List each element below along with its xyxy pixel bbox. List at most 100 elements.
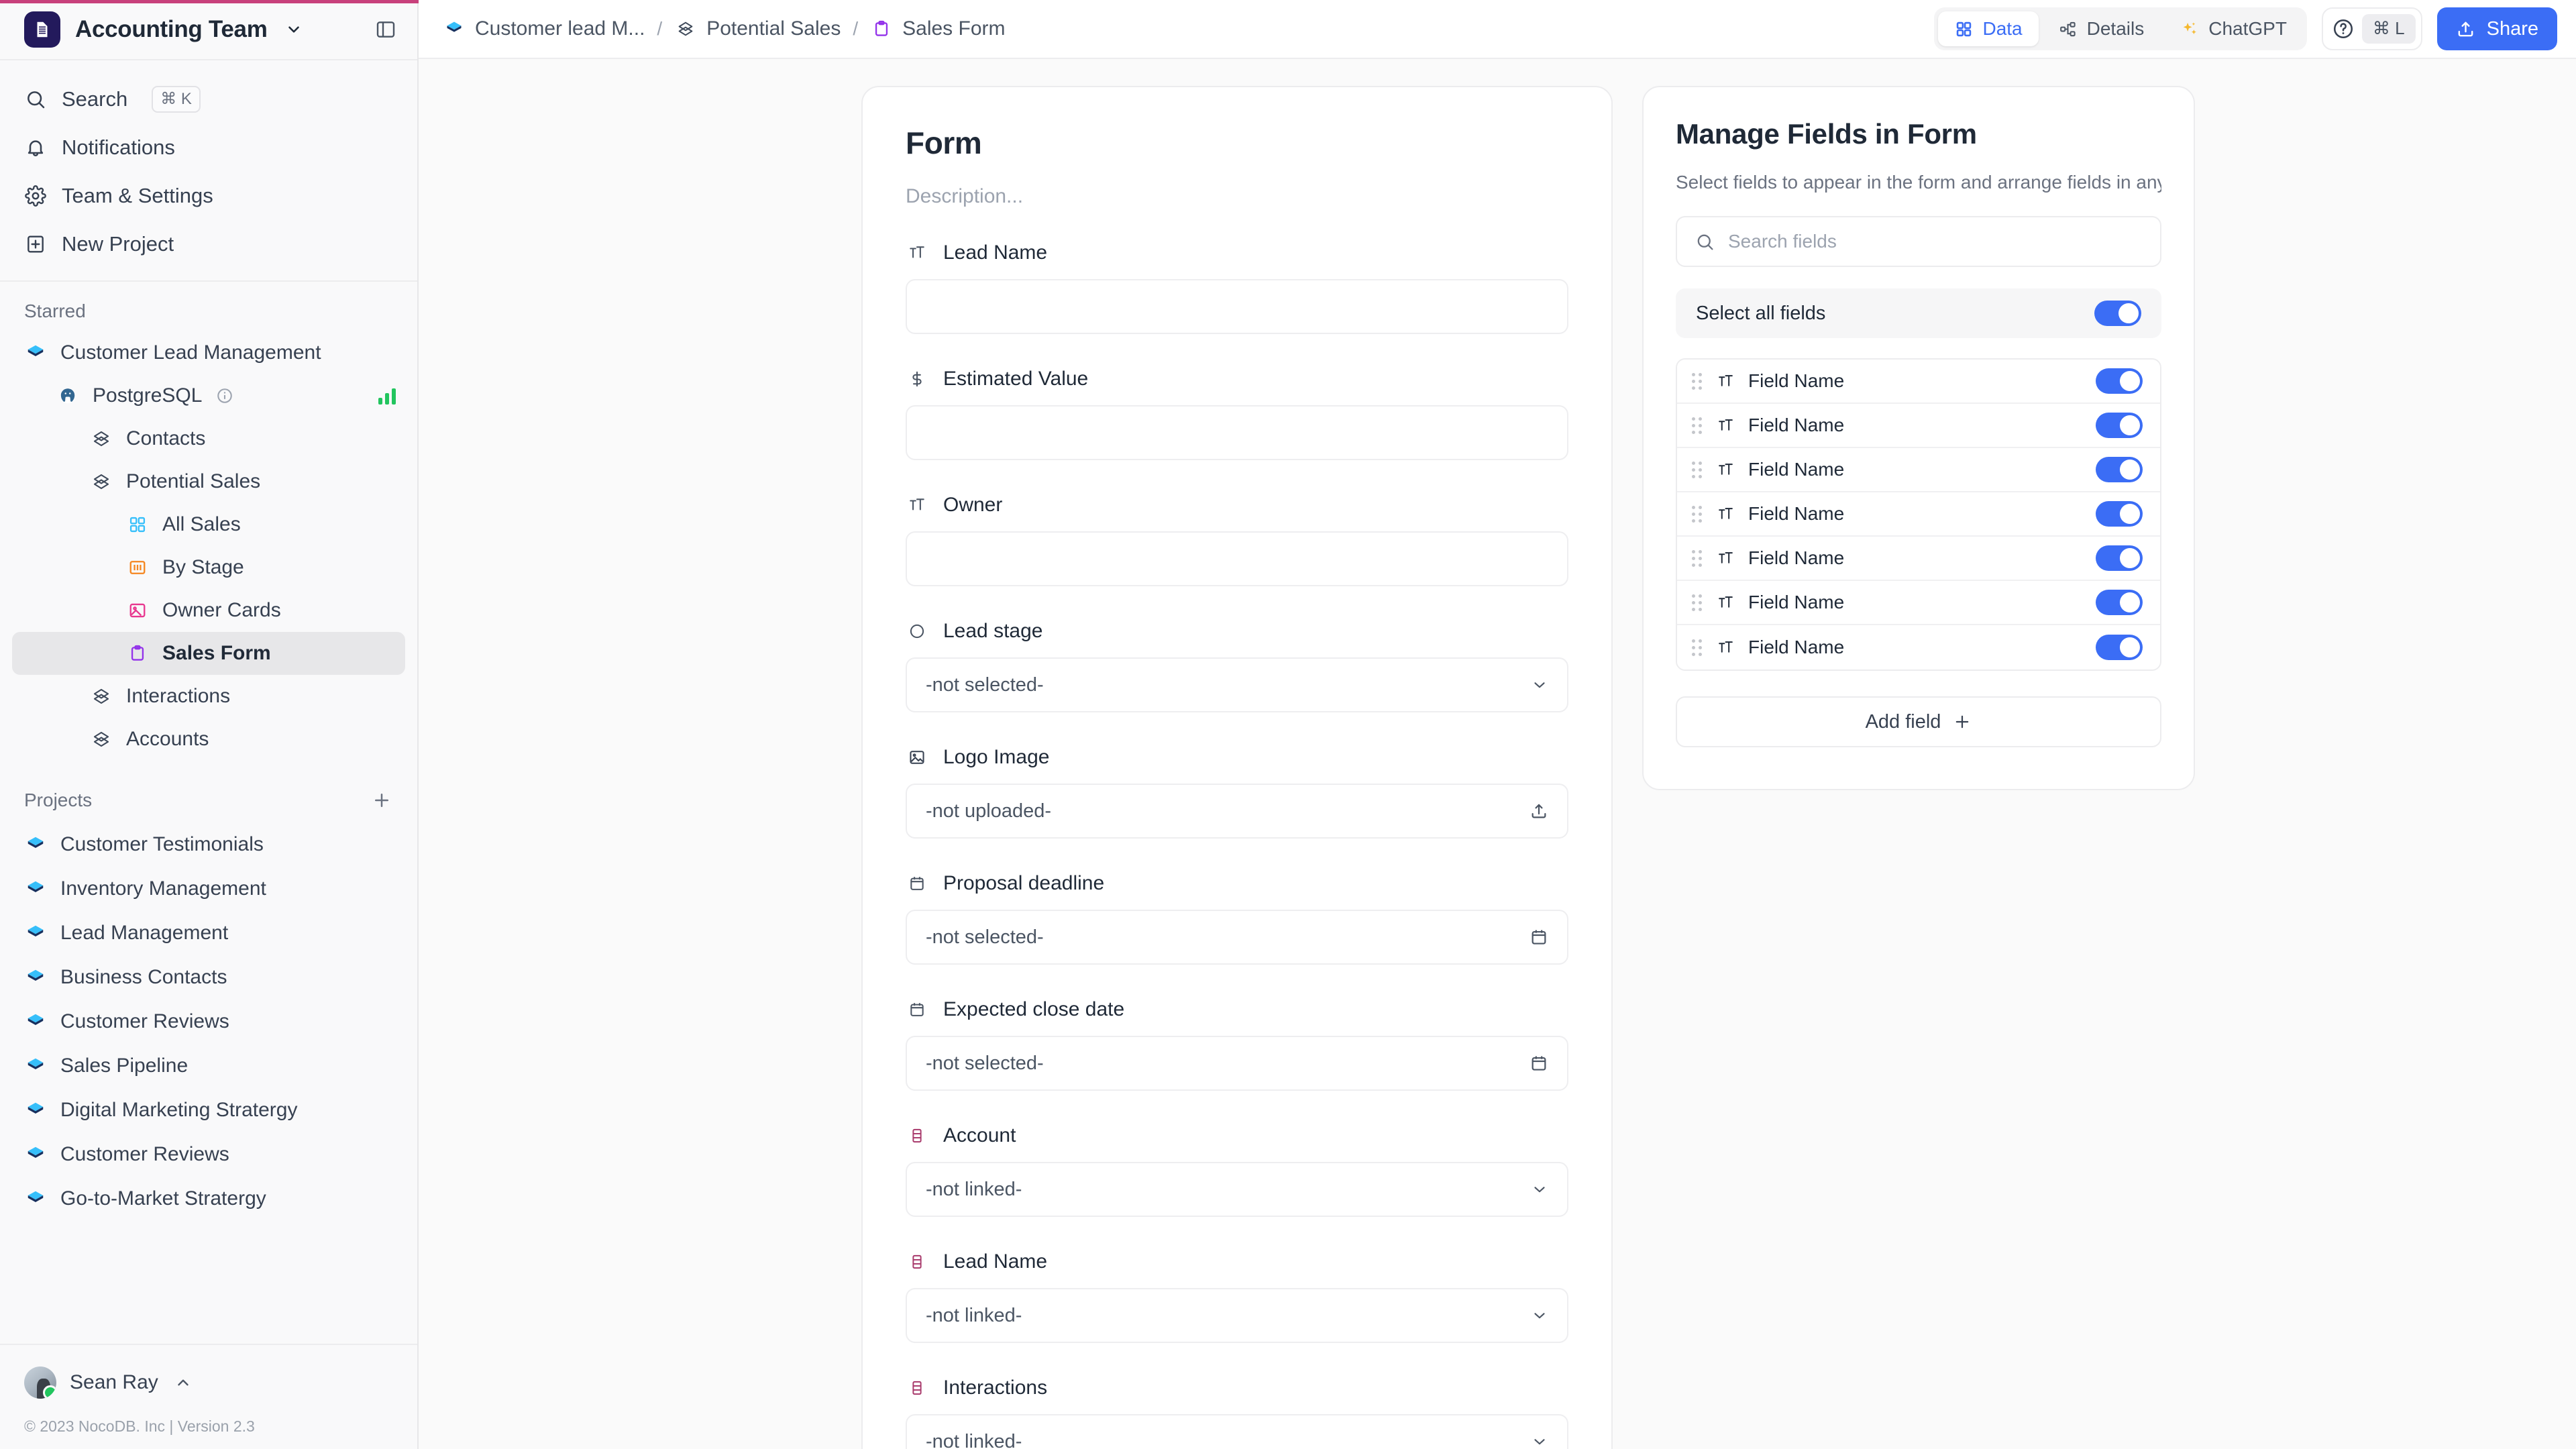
sidebar-item-owner-cards[interactable]: Owner Cards <box>12 589 405 632</box>
drag-handle-icon[interactable] <box>1692 591 1703 614</box>
share-button[interactable]: Share <box>2437 7 2557 50</box>
project-label: Customer Testimonials <box>60 833 264 856</box>
upload-input[interactable]: -not uploaded- <box>906 784 1568 839</box>
list-item[interactable]: Customer Reviews <box>12 1132 405 1177</box>
breadcrumb-item-table[interactable]: Potential Sales <box>674 17 841 40</box>
sidebar-item-accounts[interactable]: Accounts <box>12 718 405 761</box>
field-toggle[interactable] <box>2096 545 2143 571</box>
sidebar-nav: Search ⌘ K Notifications Team & Settings <box>0 60 417 282</box>
base-cube-icon <box>24 922 47 945</box>
select-all-fields-row[interactable]: Select all fields <box>1676 288 2161 338</box>
list-item[interactable]: Lead Management <box>12 911 405 955</box>
field-toggle[interactable] <box>2096 368 2143 394</box>
drag-handle-icon[interactable] <box>1692 547 1703 570</box>
link-input[interactable]: -not linked- <box>906 1414 1568 1449</box>
field-toggle[interactable] <box>2096 590 2143 615</box>
tree-item-label: Customer Lead Management <box>60 341 321 364</box>
sidebar-item-search[interactable]: Search ⌘ K <box>0 75 417 123</box>
sparkle-icon <box>2180 19 2199 38</box>
search-fields-input[interactable]: Search fields <box>1676 216 2161 267</box>
project-label: Digital Marketing Stratergy <box>60 1099 297 1122</box>
single-select-icon <box>906 620 928 643</box>
sidebar-item-customer-lead-management[interactable]: Customer Lead Management <box>12 331 405 374</box>
chevron-down-icon[interactable] <box>1531 1307 1548 1324</box>
workspace-name[interactable]: Accounting Team <box>75 16 268 43</box>
text-field-icon <box>1716 372 1735 390</box>
sidebar-item-sales-form[interactable]: Sales Form <box>12 632 405 675</box>
list-item[interactable]: Inventory Management <box>12 867 405 911</box>
breadcrumb-item-base[interactable]: Customer lead M... <box>443 17 645 40</box>
chevron-up-icon[interactable] <box>172 1371 195 1394</box>
input-value: -not linked- <box>926 1431 1022 1449</box>
field-row[interactable]: Field Name <box>1677 448 2160 492</box>
sidebar-item-potential-sales[interactable]: Potential Sales <box>12 460 405 503</box>
chevron-down-icon[interactable] <box>1531 1181 1548 1198</box>
drag-handle-icon[interactable] <box>1692 414 1703 437</box>
sidebar-item-by-stage[interactable]: By Stage <box>12 546 405 589</box>
link-input[interactable]: -not linked- <box>906 1288 1568 1343</box>
field-row[interactable]: Field Name <box>1677 625 2160 669</box>
field-row[interactable]: Field Name <box>1677 581 2160 625</box>
list-item[interactable]: Go-to-Market Stratergy <box>12 1177 405 1221</box>
calendar-icon[interactable] <box>1529 928 1548 947</box>
list-item[interactable]: Customer Testimonials <box>12 822 405 867</box>
tab-details[interactable]: Details <box>2043 11 2161 46</box>
list-item[interactable]: Customer Reviews <box>12 1000 405 1044</box>
sidebar-item-interactions[interactable]: Interactions <box>12 675 405 718</box>
date-input[interactable]: -not selected- <box>906 1036 1568 1091</box>
form-description-placeholder[interactable]: Description... <box>906 185 1568 208</box>
link-input[interactable]: -not linked- <box>906 1162 1568 1217</box>
details-icon <box>2059 19 2078 38</box>
drag-handle-icon[interactable] <box>1692 370 1703 392</box>
sidebar-item-contacts[interactable]: Contacts <box>12 417 405 460</box>
field-toggle[interactable] <box>2096 635 2143 660</box>
drag-handle-icon[interactable] <box>1692 636 1703 659</box>
text-input[interactable] <box>906 405 1568 460</box>
list-item[interactable]: Sales Pipeline <box>12 1044 405 1088</box>
field-toggle[interactable] <box>2096 501 2143 527</box>
sidebar-item-postgresql[interactable]: PostgreSQL <box>12 374 405 417</box>
select-all-toggle[interactable] <box>2094 301 2141 326</box>
breadcrumb-item-view[interactable]: Sales Form <box>870 17 1005 40</box>
form-view-icon <box>126 642 149 665</box>
text-input[interactable] <box>906 531 1568 586</box>
chevron-down-icon[interactable] <box>1531 1433 1548 1449</box>
chevron-down-icon[interactable] <box>285 21 303 38</box>
drag-handle-icon[interactable] <box>1692 458 1703 481</box>
field-row[interactable]: Field Name <box>1677 492 2160 537</box>
info-icon[interactable] <box>215 386 234 405</box>
sidebar-toggle-icon[interactable] <box>373 17 398 42</box>
chevron-down-icon[interactable] <box>1531 676 1548 694</box>
list-item[interactable]: Digital Marketing Stratergy <box>12 1088 405 1132</box>
field-row[interactable]: Field Name <box>1677 537 2160 581</box>
field-toggle[interactable] <box>2096 413 2143 438</box>
drag-handle-icon[interactable] <box>1692 502 1703 525</box>
help-shortcut[interactable]: ⌘ L <box>2362 14 2416 43</box>
project-label: Sales Pipeline <box>60 1055 188 1077</box>
search-placeholder: Search fields <box>1728 231 1837 252</box>
sidebar-item-new-project[interactable]: New Project <box>0 220 417 268</box>
tab-chatgpt[interactable]: ChatGPT <box>2164 11 2303 46</box>
field-row[interactable]: Field Name <box>1677 360 2160 404</box>
question-circle-icon[interactable] <box>2328 14 2358 44</box>
select-input[interactable]: -not selected- <box>906 657 1568 712</box>
page-title[interactable]: Form <box>906 125 1568 161</box>
plus-icon[interactable] <box>370 789 393 812</box>
tab-data[interactable]: Data <box>1938 11 2038 46</box>
list-item[interactable]: Business Contacts <box>12 955 405 1000</box>
sidebar-item-team-settings[interactable]: Team & Settings <box>0 172 417 220</box>
upload-icon[interactable] <box>1529 802 1548 820</box>
field-row[interactable]: Field Name <box>1677 404 2160 448</box>
user-menu[interactable]: Sean Ray <box>24 1362 393 1403</box>
add-field-button[interactable]: Add field <box>1676 696 2161 747</box>
sidebar-item-all-sales[interactable]: All Sales <box>12 503 405 546</box>
starred-section-title: Starred <box>0 282 417 331</box>
form-view-icon <box>870 17 893 40</box>
sidebar-item-notifications[interactable]: Notifications <box>0 123 417 172</box>
date-input[interactable]: -not selected- <box>906 910 1568 965</box>
base-cube-icon <box>24 1010 47 1033</box>
calendar-icon[interactable] <box>1529 1054 1548 1073</box>
field-toggle[interactable] <box>2096 457 2143 482</box>
text-input[interactable] <box>906 279 1568 334</box>
field-label-row: Lead Name <box>906 241 1568 264</box>
